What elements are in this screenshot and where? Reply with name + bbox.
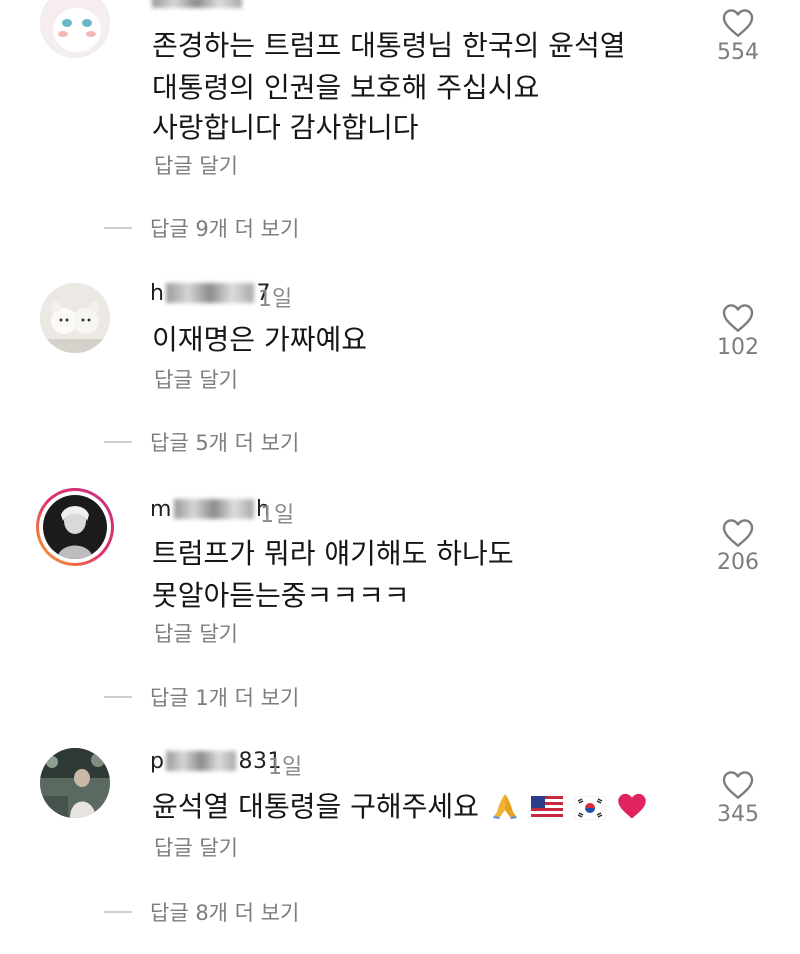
like-count: 345: [717, 802, 759, 827]
story-ring-gap: [39, 491, 111, 563]
avatar[interactable]: [40, 0, 110, 58]
heart-icon[interactable]: [722, 8, 754, 38]
like-control: 345: [693, 770, 783, 827]
comment-username[interactable]: mh: [150, 497, 270, 522]
folded-hands-emoji: [490, 790, 520, 827]
view-replies-label: 답글 5개 더 보기: [150, 431, 300, 455]
avatar-illustration: [43, 495, 107, 559]
view-replies-button[interactable]: 답글 5개 더 보기: [104, 427, 299, 457]
comment-timestamp: 1일: [258, 287, 293, 312]
redacted-username: [166, 751, 237, 771]
reply-button[interactable]: 답글 달기: [154, 618, 238, 648]
redacted-username: [173, 499, 254, 519]
like-count: 554: [717, 40, 759, 65]
like-count: 206: [717, 550, 759, 575]
divider-dash: [104, 696, 132, 698]
redacted-username: [152, 0, 242, 8]
comment-text-line: 트럼프가 뭐라 얘기해도 하나도: [152, 537, 514, 570]
us-flag-emoji: [530, 794, 563, 827]
avatar[interactable]: [40, 283, 110, 353]
like-control: 554: [693, 8, 783, 65]
divider-dash: [104, 911, 132, 913]
comment-text: 윤석열 대통령을 구해주세요: [152, 790, 479, 823]
comment-timestamp: 1일: [260, 503, 295, 528]
story-ring[interactable]: [36, 488, 114, 566]
divider-dash: [104, 441, 132, 443]
view-replies-label: 답글 8개 더 보기: [150, 901, 300, 925]
red-heart-emoji: [617, 792, 647, 827]
heart-icon[interactable]: [722, 770, 754, 800]
view-replies-button[interactable]: 답글 1개 더 보기: [104, 682, 299, 712]
avatar-illustration: [42, 0, 108, 56]
reply-button[interactable]: 답글 달기: [154, 150, 238, 180]
like-control: 102: [693, 303, 783, 360]
comment-text-line: 사랑합니다 감사합니다: [152, 111, 419, 144]
korea-flag-emoji: [573, 794, 607, 827]
heart-icon[interactable]: [722, 303, 754, 333]
comment-username[interactable]: [150, 0, 244, 11]
reply-button[interactable]: 답글 달기: [154, 364, 238, 394]
view-replies-label: 답글 1개 더 보기: [150, 686, 300, 710]
heart-icon[interactable]: [722, 518, 754, 548]
like-count: 102: [717, 335, 759, 360]
redacted-username: [166, 283, 255, 303]
comment-username[interactable]: p 831: [150, 749, 282, 774]
view-replies-button[interactable]: 답글 9개 더 보기: [104, 213, 299, 243]
comment-text-line: 윤석열 대통령을 구해주세요: [152, 785, 647, 827]
avatar-illustration: [40, 748, 110, 818]
avatar: [43, 495, 107, 559]
avatar[interactable]: [40, 748, 110, 818]
comment-username[interactable]: h7: [150, 281, 271, 306]
comment-text-line: 존경하는 트럼프 대통령님 한국의 윤석열: [152, 29, 626, 62]
view-replies-button[interactable]: 답글 8개 더 보기: [104, 897, 299, 927]
avatar-illustration: [40, 283, 110, 353]
reply-button[interactable]: 답글 달기: [154, 832, 238, 862]
comment-text-line: 이재명은 가짜예요: [152, 323, 367, 356]
divider-dash: [104, 227, 132, 229]
like-control: 206: [693, 518, 783, 575]
view-replies-label: 답글 9개 더 보기: [150, 217, 300, 241]
comment-text-line: 대통령의 인권을 보호해 주십시요: [152, 71, 540, 104]
comment-timestamp: 1일: [268, 755, 303, 780]
comment-text-line: 못알아듣는중ㅋㅋㅋㅋ: [152, 579, 410, 612]
